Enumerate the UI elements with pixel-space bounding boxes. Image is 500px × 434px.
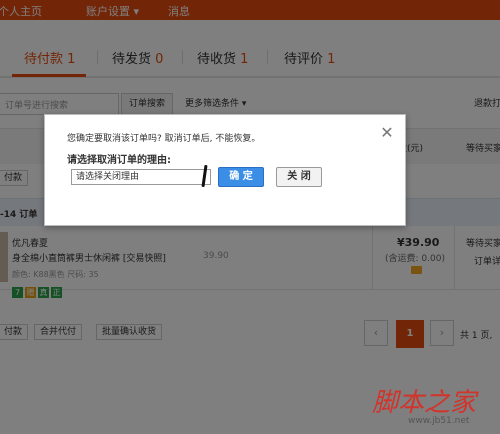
watermark-url: www.jb51.net — [408, 416, 470, 426]
close-icon[interactable]: ✕ — [379, 125, 395, 141]
close-button[interactable]: 关 闭 — [276, 167, 322, 187]
reason-label: 请选择取消订单的理由: — [67, 155, 171, 166]
cancel-reason-select[interactable]: 请选择关闭理由 — [71, 169, 211, 185]
cancel-order-dialog: ✕ 您确定要取消该订单吗? 取消订单后, 不能恢复。 请选择取消订单的理由: 请… — [44, 114, 406, 226]
dialog-message: 您确定要取消该订单吗? 取消订单后, 不能恢复。 — [67, 134, 261, 144]
watermark-logo: 脚本之家 — [372, 388, 477, 418]
confirm-button[interactable]: 确 定 — [218, 167, 264, 187]
